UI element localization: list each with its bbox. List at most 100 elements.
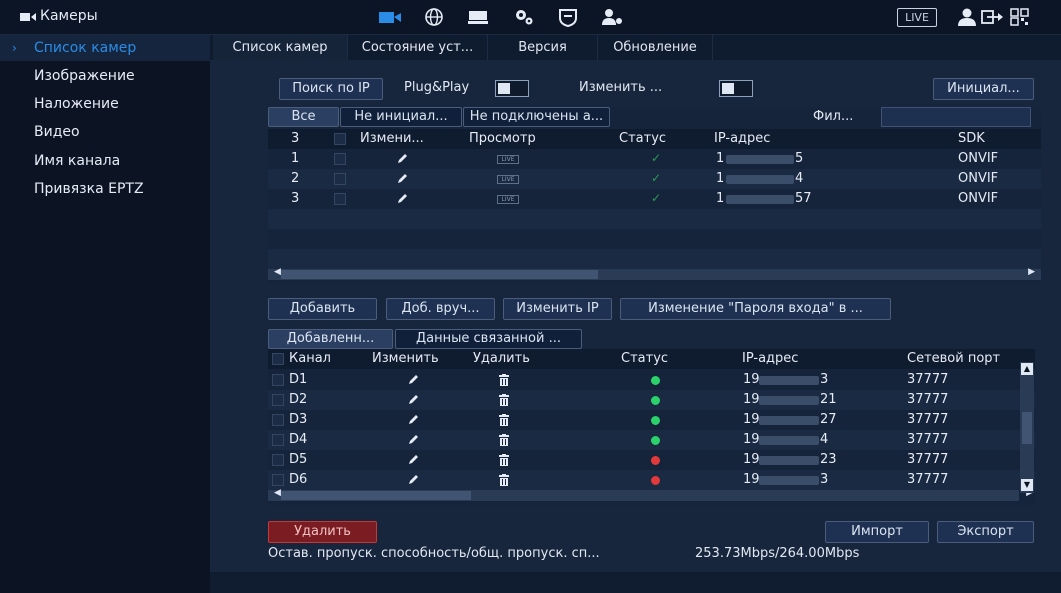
live-preview-icon[interactable]: LIVE bbox=[497, 195, 519, 204]
pencil-icon[interactable] bbox=[407, 454, 419, 466]
import-button[interactable]: Импорт bbox=[825, 521, 929, 543]
add-button[interactable]: Добавить bbox=[268, 298, 377, 320]
security-icon[interactable] bbox=[554, 7, 582, 27]
empty-row bbox=[268, 249, 1041, 269]
trash-icon[interactable] bbox=[498, 414, 510, 426]
sidebar-item-image[interactable]: Изображение bbox=[0, 63, 210, 89]
qr-code-icon[interactable] bbox=[1006, 7, 1034, 27]
table-row[interactable]: D2 19 21 37777 bbox=[268, 390, 1035, 410]
trash-icon[interactable] bbox=[498, 394, 510, 406]
table-row[interactable]: 3 LIVE ✓ 1 57 ONVIF bbox=[268, 189, 1041, 209]
tab-update[interactable]: Обновление bbox=[598, 35, 713, 60]
row-checkbox[interactable] bbox=[272, 374, 284, 386]
user-icon[interactable] bbox=[953, 7, 981, 27]
trash-icon[interactable] bbox=[498, 374, 510, 386]
account-icon[interactable] bbox=[598, 7, 626, 27]
storage-icon[interactable] bbox=[464, 7, 492, 27]
tab-linked-data[interactable]: Данные связанной ... bbox=[395, 329, 582, 349]
toggle-knob bbox=[498, 83, 510, 94]
sidebar-item-label: Видео bbox=[34, 124, 80, 140]
search-by-ip-button[interactable]: Поиск по IP bbox=[279, 78, 383, 100]
table-row[interactable]: 2 LIVE ✓ 1 4 ONVIF bbox=[268, 169, 1041, 189]
scroll-thumb[interactable] bbox=[1022, 412, 1032, 444]
trash-icon[interactable] bbox=[498, 434, 510, 446]
plug-play-toggle[interactable] bbox=[495, 80, 529, 97]
add-manual-button[interactable]: Доб. вруч... bbox=[386, 298, 495, 320]
row-checkbox[interactable] bbox=[334, 173, 346, 185]
ip-address-start: 19 bbox=[743, 392, 760, 407]
sdk-value: ONVIF bbox=[958, 151, 999, 166]
select-all-checkbox[interactable] bbox=[334, 133, 346, 145]
sidebar-item-channel-name[interactable]: Имя канала bbox=[0, 148, 210, 174]
added-vertical-scrollbar[interactable]: ▲ ▼ bbox=[1020, 362, 1034, 493]
logout-icon[interactable] bbox=[978, 7, 1006, 27]
settings-icon[interactable] bbox=[510, 7, 538, 27]
live-preview-icon[interactable]: LIVE bbox=[497, 175, 519, 184]
trash-icon[interactable] bbox=[498, 474, 510, 486]
status-dot bbox=[651, 456, 660, 465]
scroll-up-icon[interactable]: ▲ bbox=[1021, 363, 1033, 375]
pencil-icon[interactable] bbox=[407, 434, 419, 446]
initialize-button[interactable]: Инициал... bbox=[933, 78, 1034, 100]
pencil-icon[interactable] bbox=[407, 414, 419, 426]
ip-address-start: 19 bbox=[743, 412, 760, 427]
camera-icon[interactable] bbox=[376, 7, 404, 27]
live-preview-icon[interactable]: LIVE bbox=[497, 155, 519, 164]
live-view-button[interactable]: LIVE bbox=[897, 8, 937, 27]
sidebar-item-video[interactable]: Видео bbox=[0, 119, 210, 145]
tab-camera-list[interactable]: Список камер bbox=[213, 35, 348, 60]
col-edit: Измени... bbox=[360, 131, 424, 146]
added-horizontal-scrollbar[interactable]: ◀ ▶ bbox=[268, 488, 1033, 501]
table-row[interactable]: D6 19 3 37777 bbox=[268, 470, 1035, 490]
filter-uninitialized-tab[interactable]: Не инициал... bbox=[340, 107, 462, 127]
trash-icon[interactable] bbox=[498, 454, 510, 466]
found-horizontal-scrollbar[interactable]: ◀ ▶ bbox=[268, 267, 1041, 280]
table-row[interactable]: 1 LIVE ✓ 1 5 ONVIF bbox=[268, 149, 1041, 169]
filter-not-connected-tab[interactable]: Не подключены а... bbox=[463, 107, 610, 127]
pencil-icon[interactable] bbox=[396, 193, 408, 205]
change-toggle[interactable] bbox=[719, 80, 753, 97]
sidebar-item-label: Список камер bbox=[34, 40, 137, 56]
sidebar-item-label: Наложение bbox=[34, 96, 119, 112]
pencil-icon[interactable] bbox=[407, 474, 419, 486]
export-button[interactable]: Экспорт bbox=[937, 521, 1034, 543]
pencil-icon[interactable] bbox=[396, 173, 408, 185]
tab-added-devices[interactable]: Добавленн... bbox=[268, 329, 393, 349]
scroll-left-icon[interactable]: ◀ bbox=[274, 267, 281, 277]
table-row[interactable]: D4 19 4 37777 bbox=[268, 430, 1035, 450]
row-checkbox[interactable] bbox=[272, 474, 284, 486]
scroll-right-icon[interactable]: ▶ bbox=[1028, 267, 1035, 277]
filter-input[interactable] bbox=[881, 107, 1031, 127]
table-row[interactable]: D5 19 23 37777 bbox=[268, 450, 1035, 470]
sidebar-item-eptz[interactable]: Привязка EPTZ bbox=[0, 176, 210, 202]
scroll-left-icon[interactable]: ◀ bbox=[274, 488, 281, 498]
tab-version[interactable]: Версия bbox=[488, 35, 598, 60]
row-checkbox[interactable] bbox=[272, 414, 284, 426]
change-ip-button[interactable]: Изменить IP bbox=[503, 298, 612, 320]
row-checkbox[interactable] bbox=[334, 193, 346, 205]
table-row[interactable]: D1 19 3 37777 bbox=[268, 370, 1035, 390]
change-password-button[interactable]: Изменение "Пароля входа" в ... bbox=[620, 298, 891, 320]
pencil-icon[interactable] bbox=[407, 394, 419, 406]
sidebar-item-overlay[interactable]: Наложение bbox=[0, 91, 210, 117]
tab-device-status[interactable]: Состояние уст... bbox=[348, 35, 488, 60]
filter-all-tab[interactable]: Все bbox=[268, 107, 339, 127]
port-value: 37777 bbox=[907, 472, 949, 487]
pencil-icon[interactable] bbox=[396, 153, 408, 165]
empty-row bbox=[268, 209, 1041, 229]
select-all-added-checkbox[interactable] bbox=[272, 353, 284, 365]
sidebar-item-camera-list[interactable]: › Список камер bbox=[0, 35, 210, 61]
pencil-icon[interactable] bbox=[407, 374, 419, 386]
scroll-thumb[interactable] bbox=[281, 270, 598, 279]
col-ip: IP-адрес bbox=[742, 351, 799, 366]
delete-button[interactable]: Удалить bbox=[268, 521, 377, 543]
row-checkbox[interactable] bbox=[272, 434, 284, 446]
network-icon[interactable] bbox=[420, 7, 448, 27]
row-checkbox[interactable] bbox=[334, 153, 346, 165]
scroll-thumb[interactable] bbox=[281, 491, 471, 500]
row-checkbox[interactable] bbox=[272, 394, 284, 406]
scroll-down-icon[interactable]: ▼ bbox=[1021, 479, 1033, 491]
channel-name: D6 bbox=[289, 472, 308, 487]
row-checkbox[interactable] bbox=[272, 454, 284, 466]
table-row[interactable]: D3 19 27 37777 bbox=[268, 410, 1035, 430]
